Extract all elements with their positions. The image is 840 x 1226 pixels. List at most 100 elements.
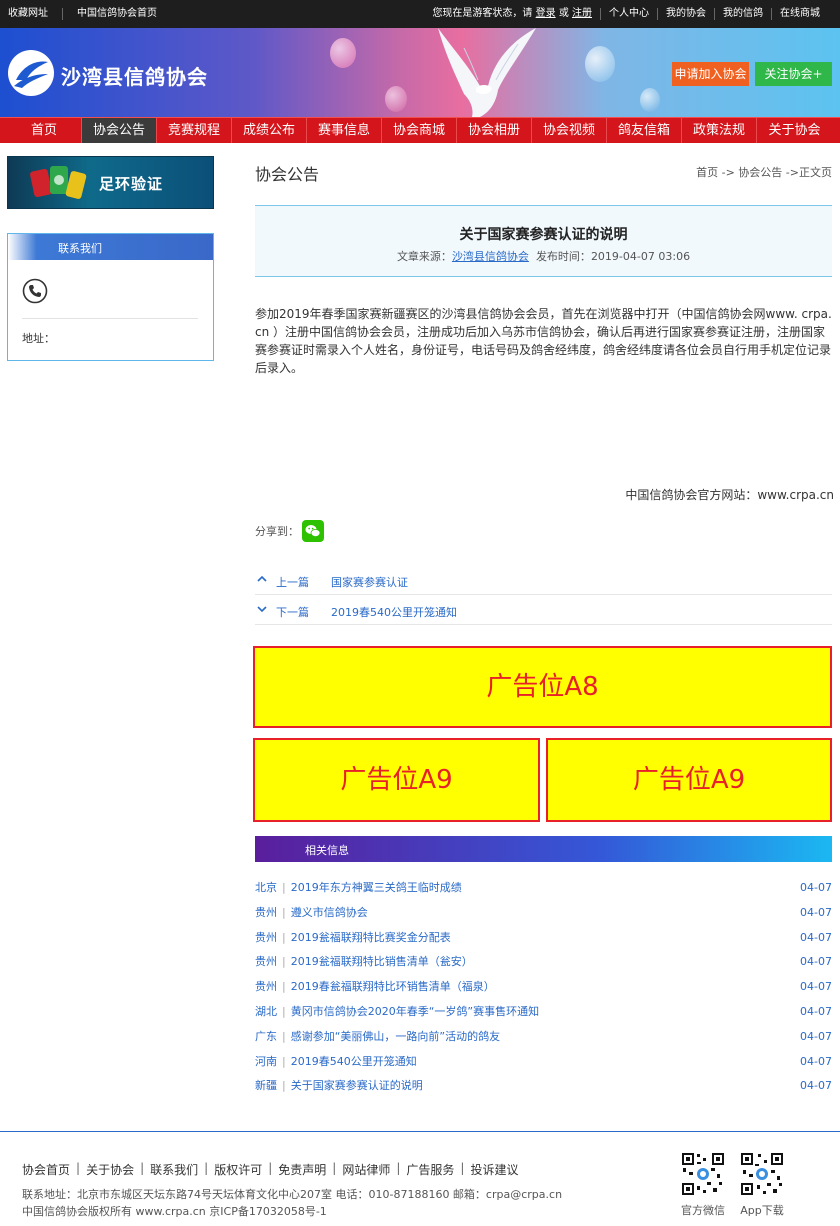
- related-row[interactable]: 贵州 | 2019瓮福联翔特比销售清单（瓮安） 04-07: [255, 950, 832, 975]
- address-label: 地址：: [22, 332, 55, 345]
- prev-article[interactable]: 上一篇 国家赛参赛认证: [255, 565, 832, 595]
- related-title: 相关信息: [305, 844, 349, 857]
- related-title-link[interactable]: 2019年东方神翼三关鸽王临时成绩: [291, 881, 462, 894]
- related-separator: |: [282, 881, 286, 894]
- footer-link[interactable]: 免责声明: [278, 1161, 326, 1178]
- site-name: 沙湾县信鸽协会: [61, 65, 208, 89]
- related-date: 04-07: [800, 1079, 832, 1093]
- join-association-button[interactable]: 申请加入协会: [672, 62, 749, 86]
- source-link[interactable]: 沙湾县信鸽协会: [452, 250, 529, 263]
- related-region[interactable]: 贵州: [255, 931, 277, 944]
- nav-item[interactable]: 政策法规: [682, 118, 757, 143]
- chevron-up-icon: [257, 575, 267, 582]
- ad-slot-a9-left[interactable]: 广告位A9: [253, 738, 540, 822]
- related-date: 04-07: [800, 1054, 832, 1068]
- related-separator: |: [282, 1004, 286, 1018]
- related-row[interactable]: 湖北 | 黄冈市信鸽协会2020年春季“一岁鸽”赛事售环通知 04-07: [255, 1000, 832, 1025]
- related-region[interactable]: 北京: [255, 881, 277, 894]
- related-row[interactable]: 新疆 | 关于国家赛参赛认证的说明 04-07: [255, 1074, 832, 1099]
- related-list: 北京 | 2019年东方神翼三关鸽王临时成绩 04-07 贵州 | 遵义市信鸽协会 04-07…: [255, 876, 832, 1099]
- ad-slot-a8[interactable]: 广告位A8: [253, 646, 832, 728]
- next-title[interactable]: 2019春540公里开笼通知: [331, 604, 457, 620]
- follow-association-button[interactable]: 关注协会+: [755, 62, 832, 86]
- nav-item[interactable]: 关于协会: [757, 118, 832, 143]
- breadcrumb[interactable]: 首页 -> 协会公告 ->正文页: [696, 164, 832, 180]
- site-header: 沙湾县信鸽协会 申请加入协会 关注协会+: [0, 28, 840, 117]
- next-label: 下一篇: [276, 606, 309, 619]
- related-title-link[interactable]: 黄冈市信鸽协会2020年春季“一岁鸽”赛事售环通知: [291, 1005, 539, 1018]
- my-association-link[interactable]: 我的协会: [657, 8, 714, 20]
- footer-link[interactable]: 协会首页: [22, 1161, 70, 1178]
- related-title-link[interactable]: 感谢参加“美丽佛山，一路向前”活动的鸽友: [291, 1030, 500, 1043]
- footer-link[interactable]: 版权许可: [214, 1161, 262, 1178]
- footer-link[interactable]: 联系我们: [150, 1161, 198, 1178]
- nav-item[interactable]: 协会公告: [82, 118, 157, 143]
- nav-item[interactable]: 成绩公布: [232, 118, 307, 143]
- crpa-home-link[interactable]: 中国信鸽协会首页: [77, 8, 171, 20]
- decor-ball: [330, 38, 356, 68]
- related-region[interactable]: 河南: [255, 1055, 277, 1068]
- related-title-link[interactable]: 2019瓮福联翔特比销售清单（瓮安）: [291, 955, 473, 968]
- article-title: 关于国家赛参赛认证的说明: [459, 227, 628, 243]
- nav-item[interactable]: 协会相册: [457, 118, 532, 143]
- nav-item[interactable]: 首页: [7, 118, 82, 143]
- related-row[interactable]: 北京 | 2019年东方神翼三关鸽王临时成绩 04-07: [255, 876, 832, 901]
- related-title-link[interactable]: 2019春540公里开笼通知: [291, 1055, 417, 1068]
- online-mall-link[interactable]: 在线商城: [771, 8, 828, 20]
- related-title-link[interactable]: 遵义市信鸽协会: [291, 906, 368, 919]
- related-region[interactable]: 新疆: [255, 1079, 277, 1092]
- nav-item[interactable]: 协会视频: [532, 118, 607, 143]
- related-region[interactable]: 贵州: [255, 906, 277, 919]
- prev-title[interactable]: 国家赛参赛认证: [331, 574, 408, 590]
- qr-app-label: App下载: [740, 1204, 784, 1217]
- related-row[interactable]: 河南 | 2019春540公里开笼通知 04-07: [255, 1050, 832, 1075]
- related-separator: |: [282, 955, 286, 969]
- chevron-down-icon: [257, 606, 267, 613]
- related-region[interactable]: 贵州: [255, 955, 277, 968]
- related-region[interactable]: 湖北: [255, 1005, 277, 1018]
- related-separator: |: [282, 980, 286, 994]
- related-row[interactable]: 贵州 | 2019春瓮福联翔特比环销售清单（福泉） 04-07: [255, 975, 832, 1000]
- next-article[interactable]: 下一篇 2019春540公里开笼通知: [255, 595, 832, 625]
- related-region[interactable]: 贵州: [255, 980, 277, 993]
- footer-copyright: 中国信鸽协会版权所有 www.crpa.cn 京ICP备17032058号-1: [22, 1205, 327, 1218]
- ring-cans-icon: [30, 166, 87, 199]
- ring-verify-banner[interactable]: 足环验证: [7, 156, 214, 209]
- personal-center-link[interactable]: 个人中心: [600, 8, 657, 20]
- section-title: 协会公告: [255, 165, 320, 184]
- footer-link[interactable]: 投诉建议: [470, 1161, 518, 1178]
- related-date: 04-07: [800, 905, 832, 919]
- wechat-share-icon[interactable]: [302, 520, 324, 542]
- decor-ball: [585, 46, 615, 82]
- status-text: 您现在是游客状态，请: [432, 8, 533, 19]
- footer-link[interactable]: 关于协会: [86, 1161, 134, 1178]
- ad-slot-a9-right[interactable]: 广告位A9: [546, 738, 832, 822]
- favorite-link[interactable]: 收藏网址: [8, 8, 63, 20]
- nav-item[interactable]: 竞赛规程: [157, 118, 232, 143]
- decor-ball: [640, 88, 660, 112]
- related-title-link[interactable]: 2019春瓮福联翔特比环销售清单（福泉）: [291, 980, 495, 993]
- official-site-text: 中国信鸽协会官方网站：www.crpa.cn: [625, 488, 834, 502]
- prev-label: 上一篇: [276, 576, 309, 589]
- footer: 协会首页 | 关于协会 | 联系我们 | 版权许可 | 免责声明 | 网站律师 | 广告服务 | 投诉建议 …: [0, 1131, 840, 1226]
- related-row[interactable]: 广东 | 感谢参加“美丽佛山，一路向前”活动的鸽友 04-07: [255, 1025, 832, 1050]
- footer-link-separator: |: [268, 1161, 273, 1175]
- source-label: 文章来源：: [396, 250, 452, 263]
- register-link[interactable]: 注册: [572, 8, 592, 19]
- share-bar: 分享到：: [255, 520, 324, 542]
- login-link[interactable]: 登录: [536, 8, 556, 19]
- article-body: 参加2019年春季国家赛新疆赛区的沙湾县信鸽协会会员，首先在浏览器中打开（中国信…: [255, 307, 832, 375]
- related-title-link[interactable]: 关于国家赛参赛认证的说明: [291, 1079, 423, 1092]
- nav-item[interactable]: 鸽友信箱: [607, 118, 682, 143]
- related-row[interactable]: 贵州 | 遵义市信鸽协会 04-07: [255, 901, 832, 926]
- qr-wechat-label: 官方微信: [681, 1204, 725, 1217]
- nav-item[interactable]: 协会商城: [382, 118, 457, 143]
- my-pigeon-link[interactable]: 我的信鸽: [714, 8, 771, 20]
- footer-link[interactable]: 网站律师: [342, 1161, 390, 1178]
- footer-link[interactable]: 广告服务: [406, 1161, 454, 1178]
- related-region[interactable]: 广东: [255, 1030, 277, 1043]
- related-title-link[interactable]: 2019瓮福联翔特比赛奖金分配表: [291, 931, 451, 944]
- nav-item[interactable]: 赛事信息: [307, 118, 382, 143]
- related-row[interactable]: 贵州 | 2019瓮福联翔特比赛奖金分配表 04-07: [255, 926, 832, 951]
- association-logo[interactable]: [8, 50, 54, 96]
